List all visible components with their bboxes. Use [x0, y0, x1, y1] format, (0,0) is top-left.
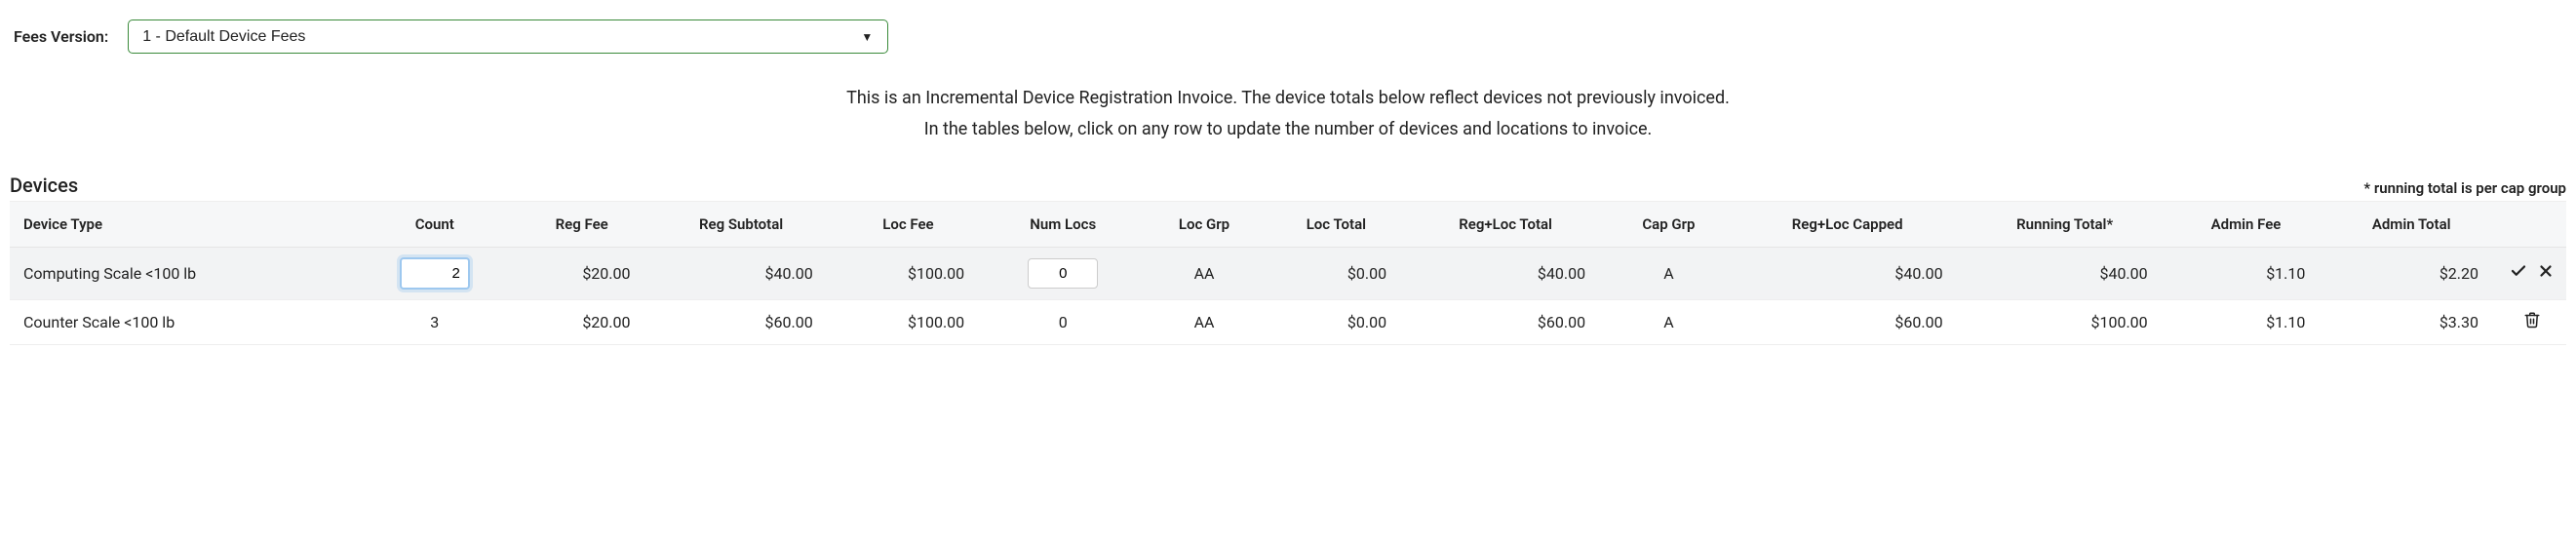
col-running-total: Running Total* — [1963, 201, 2167, 247]
cell-reg-fee: $20.00 — [514, 247, 650, 299]
col-regloc-total: Reg+Loc Total — [1406, 201, 1605, 247]
col-loc-grp: Loc Grp — [1142, 201, 1266, 247]
cell-reg-fee: $20.00 — [514, 299, 650, 344]
cancel-icon[interactable] — [2537, 262, 2555, 280]
col-num-locs: Num Locs — [984, 201, 1142, 247]
devices-table: Device Type Count Reg Fee Reg Subtotal L… — [10, 201, 2566, 345]
cell-num-locs — [984, 247, 1142, 299]
cell-regloc-capped: $60.00 — [1733, 299, 1963, 344]
fees-version-select[interactable]: 1 - Default Device Fees — [128, 19, 888, 54]
cell-loc-grp: AA — [1142, 299, 1266, 344]
cell-cap-grp: A — [1605, 247, 1733, 299]
cap-group-note: * running total is per cap group — [2363, 179, 2566, 197]
table-row[interactable]: Computing Scale <100 lb$20.00$40.00$100.… — [10, 247, 2566, 299]
cell-admin-fee: $1.10 — [2167, 299, 2325, 344]
cell-admin-total: $2.20 — [2324, 247, 2498, 299]
fees-version-label: Fees Version: — [14, 27, 108, 46]
cell-admin-total: $3.30 — [2324, 299, 2498, 344]
col-cap-grp: Cap Grp — [1605, 201, 1733, 247]
info-line-2: In the tables below, click on any row to… — [10, 114, 2566, 145]
cell-regloc-total: $60.00 — [1406, 299, 1605, 344]
cell-actions — [2498, 247, 2566, 299]
cell-regloc-capped: $40.00 — [1733, 247, 1963, 299]
col-reg-subtotal: Reg Subtotal — [650, 201, 833, 247]
cell-admin-fee: $1.10 — [2167, 247, 2325, 299]
col-admin-total: Admin Total — [2324, 201, 2498, 247]
col-admin-fee: Admin Fee — [2167, 201, 2325, 247]
count-input[interactable] — [400, 257, 470, 290]
cell-cap-grp: A — [1605, 299, 1733, 344]
cell-loc-fee: $100.00 — [833, 299, 984, 344]
cell-num-locs: 0 — [984, 299, 1142, 344]
trash-icon[interactable] — [2523, 311, 2541, 329]
num-locs-input[interactable] — [1028, 258, 1098, 289]
cell-running-total: $40.00 — [1963, 247, 2167, 299]
col-loc-fee: Loc Fee — [833, 201, 984, 247]
cell-device-type: Counter Scale <100 lb — [10, 299, 356, 344]
col-regloc-capped: Reg+Loc Capped — [1733, 201, 1963, 247]
cell-reg-subtotal: $40.00 — [650, 247, 833, 299]
cell-device-type: Computing Scale <100 lb — [10, 247, 356, 299]
col-loc-total: Loc Total — [1267, 201, 1406, 247]
cell-reg-subtotal: $60.00 — [650, 299, 833, 344]
cell-actions — [2498, 299, 2566, 344]
col-actions — [2498, 201, 2566, 247]
cell-loc-grp: AA — [1142, 247, 1266, 299]
info-line-1: This is an Incremental Device Registrati… — [10, 83, 2566, 114]
cell-running-total: $100.00 — [1963, 299, 2167, 344]
cell-count — [356, 247, 514, 299]
col-device-type: Device Type — [10, 201, 356, 247]
col-count: Count — [356, 201, 514, 247]
cell-regloc-total: $40.00 — [1406, 247, 1605, 299]
cell-loc-fee: $100.00 — [833, 247, 984, 299]
table-row[interactable]: Counter Scale <100 lb3$20.00$60.00$100.0… — [10, 299, 2566, 344]
cell-count: 3 — [356, 299, 514, 344]
cell-loc-total: $0.00 — [1267, 299, 1406, 344]
section-title: Devices — [10, 174, 78, 197]
confirm-icon[interactable] — [2510, 262, 2527, 280]
cell-loc-total: $0.00 — [1267, 247, 1406, 299]
col-reg-fee: Reg Fee — [514, 201, 650, 247]
